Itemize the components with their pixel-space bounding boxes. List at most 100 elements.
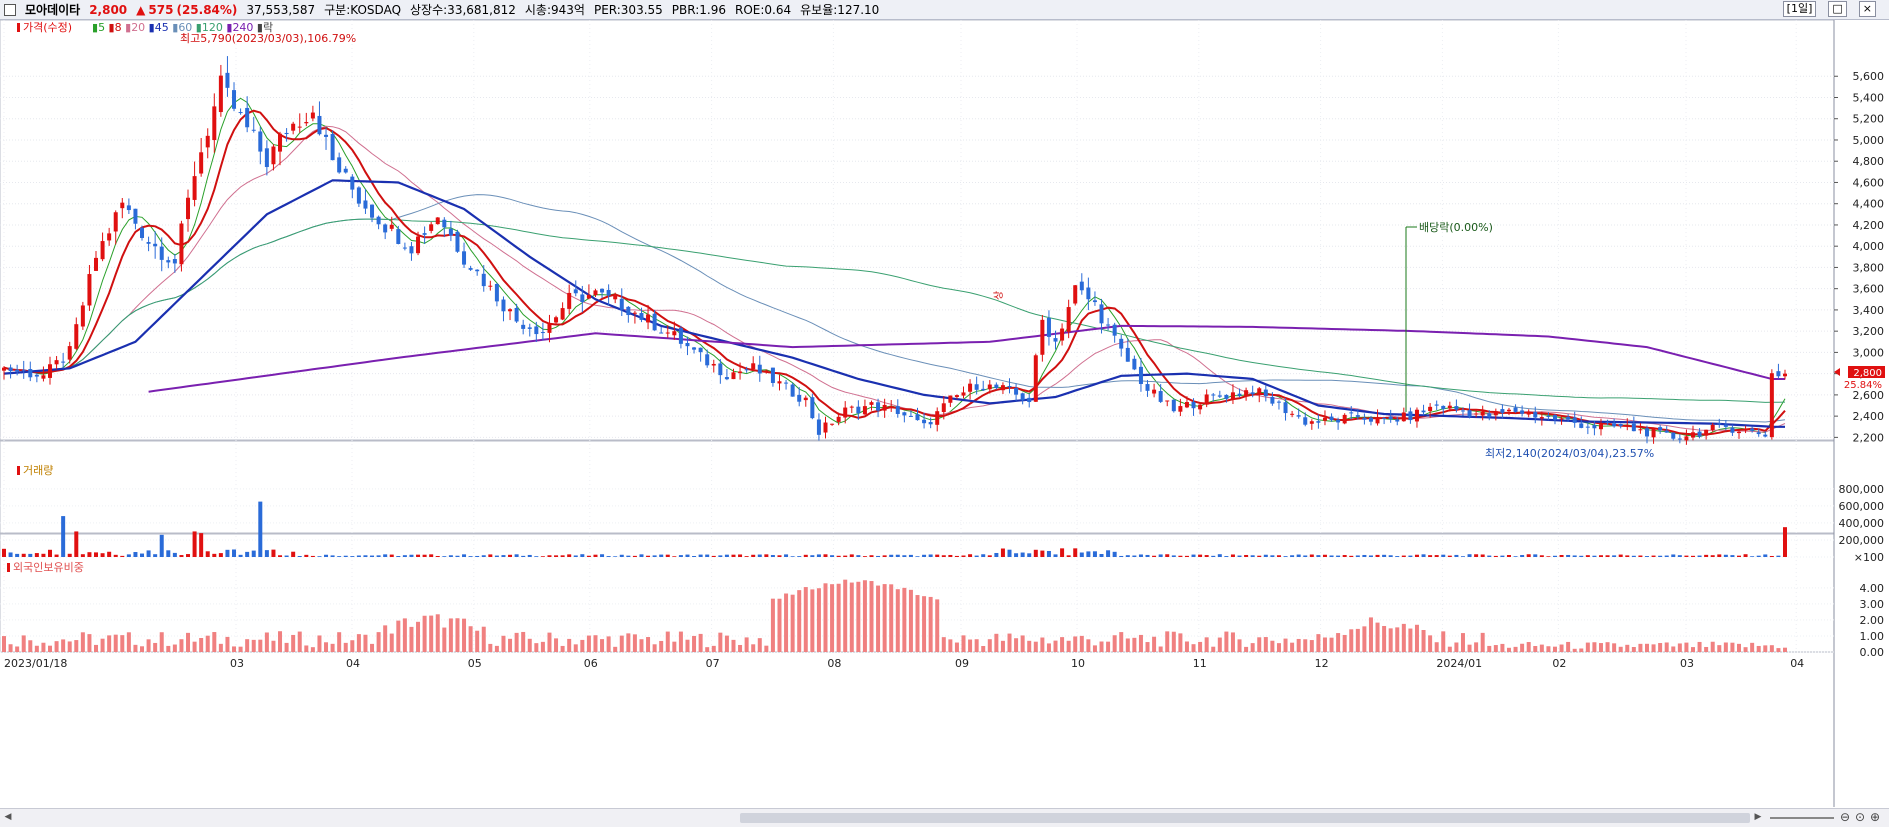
foreign-ratio-bar: [245, 639, 250, 652]
foreign-ratio-bar: [1414, 624, 1419, 652]
candle-body: [1257, 388, 1262, 395]
close-button[interactable]: ×: [1858, 1, 1876, 17]
foreign-ratio-bar: [429, 615, 434, 652]
period-button[interactable]: [1일]: [1782, 1, 1817, 17]
foreign-ratio-bar: [363, 634, 368, 652]
candle-body: [317, 115, 322, 135]
current-price-tag-text: 2,800: [1853, 368, 1882, 379]
volume-bar: [271, 549, 276, 557]
foreign-ratio-bar: [1585, 642, 1590, 652]
volume-bar: [481, 555, 486, 557]
foreign-ratio-bar: [1020, 635, 1025, 652]
foreign-ratio-bar: [632, 634, 637, 652]
foreign-ratio-bar: [1684, 642, 1689, 652]
volume-bar: [337, 556, 342, 557]
volume-bar: [632, 555, 637, 557]
price-tick-label: 5,400: [1853, 91, 1885, 104]
volume-bar: [8, 552, 13, 557]
foreign-ratio-bar: [396, 620, 401, 652]
foreign-ratio-bar: [1092, 645, 1097, 652]
volume-bar: [862, 556, 867, 557]
volume-bar: [448, 555, 453, 557]
foreign-ratio-bar: [74, 640, 79, 652]
candle-body: [554, 317, 559, 323]
volume-bar: [908, 554, 913, 557]
reserve-ratio: 유보율:127.10: [800, 3, 880, 17]
restore-button[interactable]: □: [1828, 1, 1847, 17]
candle-body: [192, 176, 197, 200]
foreign-ratio-bar: [698, 633, 703, 652]
volume-bar: [1349, 555, 1354, 557]
candle-body: [540, 332, 545, 334]
volume-bar: [1730, 555, 1735, 557]
volume-bar: [107, 551, 112, 557]
candle-body: [54, 360, 59, 365]
foreign-ratio-bar: [1730, 642, 1735, 652]
volume-bar: [534, 556, 539, 557]
foreign-ratio-bar: [1224, 631, 1229, 652]
foreign-ratio-bar: [1776, 648, 1781, 652]
candle-body: [87, 274, 92, 306]
volume-bar: [100, 553, 105, 557]
foreign-tick-label: 1.00: [1860, 630, 1885, 643]
foreign-ratio-bar: [856, 581, 861, 652]
volume-bar: [422, 554, 427, 557]
foreign-ratio-bar: [1230, 632, 1235, 652]
candle-body: [337, 157, 342, 173]
candle-body: [600, 288, 605, 293]
zoom-out-icon[interactable]: ⊖: [1840, 810, 1850, 824]
volume-bar: [836, 555, 841, 557]
candle-body: [1474, 413, 1479, 415]
foreign-ratio-bar: [869, 581, 874, 652]
stock-chart[interactable]: 5,600 5,400 5,200 5,000 4,800 4,600 4,400 4,200…: [0, 20, 1889, 808]
candle-body: [843, 407, 848, 418]
volume-bar: [567, 554, 572, 557]
candle-body: [764, 370, 769, 372]
foreign-ratio-bar: [711, 645, 716, 652]
candle-body: [1730, 427, 1735, 433]
zoom-slider[interactable]: [1770, 817, 1834, 819]
candle-body: [245, 107, 250, 128]
select-checkbox[interactable]: [4, 3, 16, 16]
candle-body: [1020, 393, 1025, 401]
volume-bar: [376, 555, 381, 557]
volume-bar: [1198, 554, 1203, 557]
volume-bar: [1211, 555, 1216, 557]
scroll-right-icon[interactable]: ▶: [1752, 811, 1764, 823]
foreign-ratio-bar: [1138, 634, 1143, 652]
foreign-ratio-bar: [1467, 644, 1472, 652]
scrollbar-thumb[interactable]: [740, 813, 1750, 823]
x-tick-label: 2024/01: [1436, 657, 1482, 670]
zoom-reset-icon[interactable]: ⊙: [1855, 810, 1865, 824]
horizontal-scrollbar[interactable]: ◀ ▶ ⊖ ⊙ ⊕: [0, 808, 1889, 827]
zoom-in-icon[interactable]: ⊕: [1870, 810, 1880, 824]
foreign-ratio-bar: [862, 580, 867, 652]
foreign-ratio-bar: [238, 646, 243, 652]
x-tick-label: 12: [1315, 657, 1329, 670]
foreign-ratio-bar: [1027, 640, 1032, 652]
foreign-ratio-bar: [120, 635, 125, 652]
candle-body: [1375, 416, 1380, 424]
candle-body: [619, 298, 624, 310]
candle-body: [1598, 424, 1603, 430]
volume-bar: [429, 554, 434, 557]
candle-body: [422, 233, 427, 235]
volume-bar: [15, 553, 20, 557]
volume-bar: [1257, 555, 1262, 557]
volume-bar: [1073, 548, 1078, 557]
volume-bar: [1723, 554, 1728, 557]
candle-body: [205, 135, 210, 148]
candle-body: [232, 90, 237, 109]
volume-bar: [1526, 554, 1531, 557]
candle-body: [922, 419, 927, 424]
volume-bar: [1631, 555, 1636, 557]
foreign-ratio-bar: [166, 645, 171, 652]
candle-body: [448, 228, 453, 236]
volume-bar: [94, 552, 99, 557]
foreign-ratio-bar: [1066, 640, 1071, 652]
scroll-left-icon[interactable]: ◀: [2, 811, 14, 823]
foreign-panel-title: 외국인보유비중: [13, 561, 84, 574]
foreign-ratio-bar: [593, 635, 598, 652]
foreign-tick-label: 0.00: [1860, 646, 1885, 659]
candle-body: [534, 326, 539, 335]
